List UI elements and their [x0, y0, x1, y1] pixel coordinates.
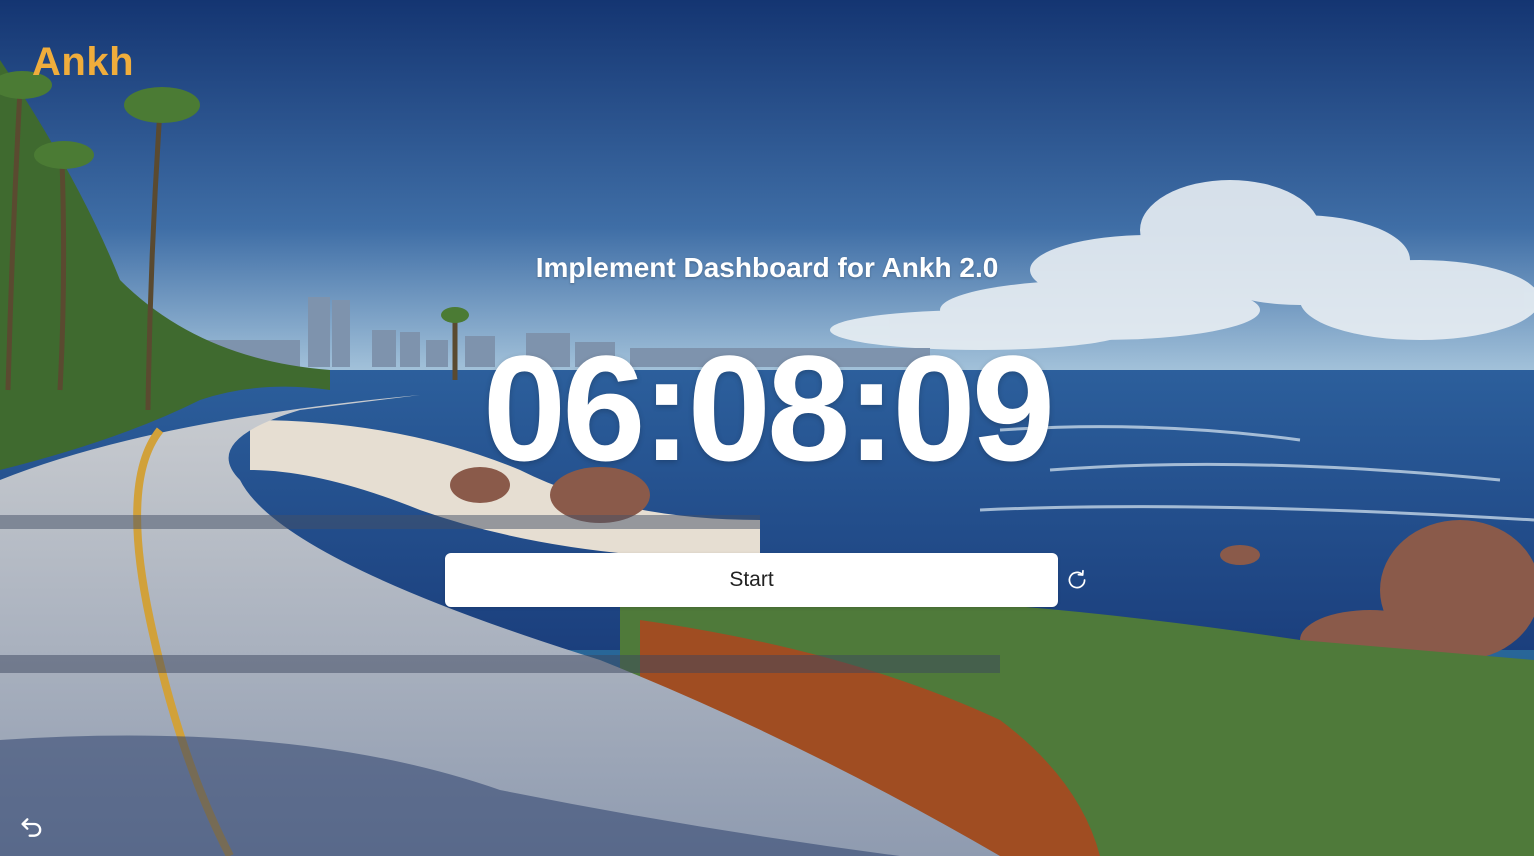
refresh-icon — [1068, 569, 1086, 589]
back-button[interactable] — [18, 810, 46, 838]
task-title: Implement Dashboard for Ankh 2.0 — [535, 252, 999, 283]
brand-logo: Ankh — [32, 40, 134, 84]
countdown-timer: 06:08:09 — [482, 324, 1055, 492]
start-button[interactable]: Start — [445, 553, 1058, 607]
undo-arrow-icon — [21, 818, 42, 837]
reset-button[interactable] — [1064, 567, 1090, 593]
timer-screen: Ankh Implement Dashboard for Ankh 2.0 06… — [0, 0, 1534, 856]
